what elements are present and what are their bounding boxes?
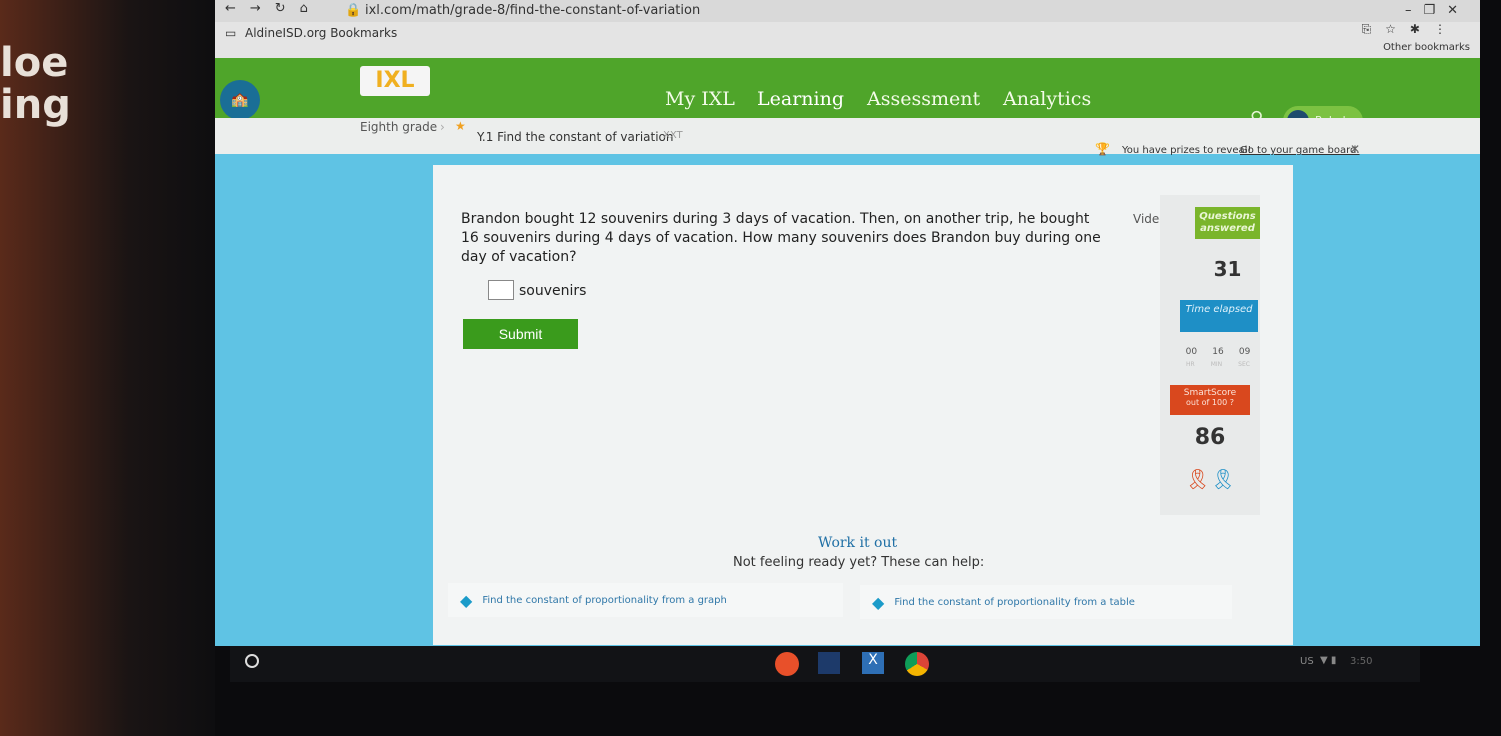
nav-my-ixl[interactable]: My IXL — [665, 88, 735, 110]
extension-icons[interactable]: ⎘☆✱⋮ — [1362, 22, 1460, 37]
lock-icon: 🔒 — [345, 3, 362, 18]
help-link[interactable]: ◆ Find the constant of proportionality fr… — [448, 583, 843, 617]
school-icon[interactable]: 🏫 — [220, 80, 260, 120]
nav-analytics[interactable]: Analytics — [1003, 88, 1091, 110]
breadcrumb-grade[interactable]: Eighth grade — [360, 120, 437, 134]
launcher-icon[interactable] — [245, 654, 259, 668]
chevron-right-icon: › — [440, 120, 445, 134]
star-icon[interactable]: ★ — [455, 119, 466, 133]
background-text: loe — [0, 40, 69, 86]
app-icon[interactable] — [818, 652, 840, 674]
clock[interactable]: 3:50 — [1350, 656, 1372, 667]
smartscore-label: SmartScore out of 100 ? — [1170, 385, 1250, 415]
wifi-battery-icon[interactable]: ▼ ▮ — [1320, 655, 1336, 666]
ixl-nav: 🏫 IXL My IXL Learning Assessment Analyti… — [215, 58, 1480, 136]
url[interactable]: ixl.com/math/grade-8/find-the-constant-o… — [365, 3, 700, 18]
diamond-icon: ◆ — [872, 592, 885, 612]
help-icon[interactable]: ? — [1230, 398, 1234, 407]
app-icon[interactable] — [775, 652, 799, 676]
diamond-icon: ◆ — [460, 590, 473, 610]
nav-assessment[interactable]: Assessment — [867, 88, 980, 110]
bookmarks-bar: ▭ AldineISD.org Bookmarks ⎘☆✱⋮ Other boo… — [215, 22, 1480, 58]
bookmark-folder[interactable]: AldineISD.org Bookmarks — [245, 26, 397, 40]
locale[interactable]: US — [1300, 656, 1314, 667]
banner-text: You have prizes to reveal! — [1122, 145, 1252, 156]
trophy-icon: 🏆 — [1095, 142, 1110, 156]
timer-units: HR MIN SEC — [1186, 361, 1250, 368]
close-icon[interactable]: ✕ — [1350, 142, 1360, 156]
nav-learning[interactable]: Learning — [757, 88, 844, 110]
game-board-link[interactable]: Go to your game board. — [1240, 145, 1360, 156]
help-subtitle: Not feeling ready yet? These can help: — [733, 555, 985, 570]
questions-count: 31 — [1213, 257, 1242, 281]
taskbar: X US ▼ ▮ 3:50 — [230, 646, 1420, 682]
help-title: Work it out — [818, 535, 898, 551]
unit-label: souvenirs — [519, 283, 587, 299]
timer: 00 16 09 — [1185, 347, 1251, 357]
answer-input[interactable] — [488, 280, 514, 300]
browser-window: ←→↻⌂ 🔒 ixl.com/math/grade-8/find-the-con… — [215, 0, 1480, 646]
breadcrumb: Eighth grade › ★ Y.1 Find the constant o… — [215, 118, 1480, 156]
background-bezel: loe ing — [0, 0, 215, 736]
ribbon-icon: 🎗🎗 — [1185, 467, 1236, 491]
background-text: ing — [0, 82, 71, 128]
other-bookmarks[interactable]: Other bookmarks — [1383, 42, 1470, 53]
submit-button[interactable]: Submit — [463, 319, 578, 349]
address-bar: ←→↻⌂ 🔒 ixl.com/math/grade-8/find-the-con… — [215, 0, 1480, 22]
nav-buttons-icon[interactable]: ←→↻⌂ — [225, 1, 322, 16]
smartscore-value: 86 — [1194, 425, 1226, 450]
skill-code: XXT — [663, 130, 683, 141]
window-controls[interactable]: –❐✕ — [1405, 3, 1470, 18]
ixl-app-icon[interactable]: X — [862, 652, 884, 674]
folder-icon: ▭ — [225, 26, 237, 40]
time-label: Time elapsed — [1180, 300, 1258, 332]
help-link[interactable]: ◆ Find the constant of proportionality fr… — [860, 585, 1232, 619]
stats-panel: Questions answered 31 Time elapsed 00 16 0… — [1160, 195, 1260, 515]
question-text: Brandon bought 12 souvenirs during 3 day… — [461, 211, 1101, 265]
breadcrumb-skill: Y.1 Find the constant of variation — [477, 130, 674, 144]
ixl-logo[interactable]: IXL — [360, 66, 430, 96]
questions-label: Questions answered — [1195, 207, 1260, 239]
chrome-icon[interactable] — [905, 652, 929, 676]
